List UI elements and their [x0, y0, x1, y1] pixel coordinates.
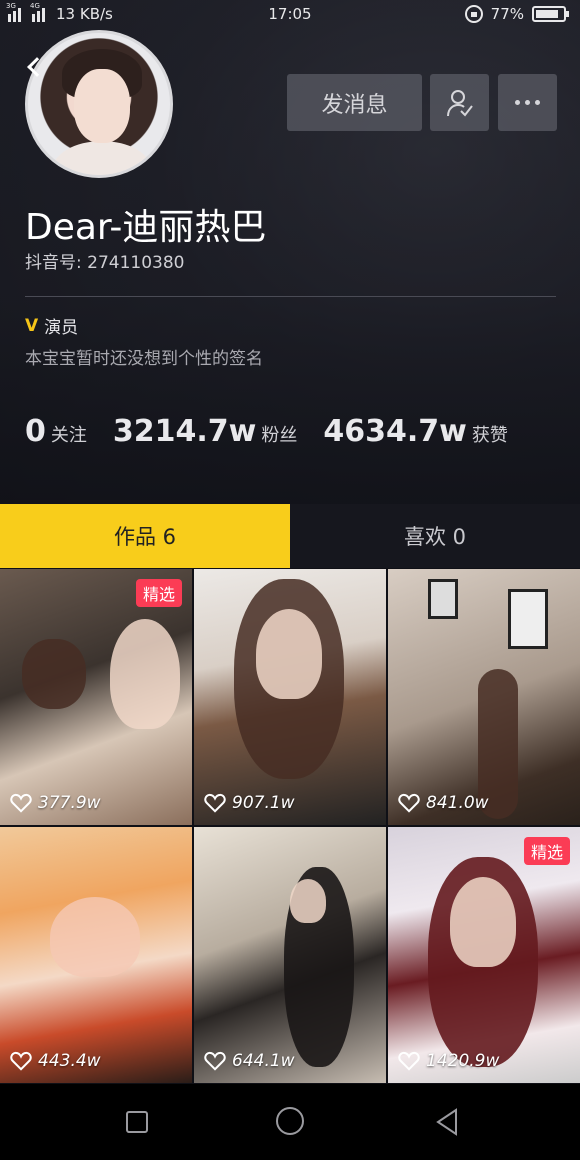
video-likes: 443.4w: [10, 1051, 101, 1071]
send-message-button[interactable]: 发消息: [287, 74, 422, 131]
stats-row: 0 关注 3214.7w 粉丝 4634.7w 获赞: [25, 414, 534, 449]
user-check-icon: [446, 89, 473, 117]
video-tile[interactable]: 443.4w: [0, 827, 192, 1083]
video-likes: 841.0w: [398, 793, 489, 813]
featured-badge: 精选: [523, 837, 570, 865]
tab-liked[interactable]: 喜欢 0: [290, 504, 580, 568]
likes-stat: 4634.7w 获赞: [323, 414, 508, 449]
video-tile[interactable]: 精选 377.9w: [0, 569, 192, 825]
more-options-button[interactable]: [498, 74, 557, 131]
heart-icon: [204, 1051, 226, 1071]
tab-works[interactable]: 作品 6: [0, 504, 290, 568]
video-grid: 精选 377.9w 907.1w 841.0w 443.4w 644.1w 精选…: [0, 569, 580, 1083]
recent-apps-icon[interactable]: [126, 1111, 148, 1133]
heart-icon: [398, 1051, 420, 1071]
follow-button[interactable]: [430, 74, 489, 131]
fans-stat[interactable]: 3214.7w 粉丝: [113, 414, 297, 449]
video-likes: 644.1w: [204, 1051, 295, 1071]
system-nav-bar: [0, 1084, 580, 1160]
verified-role: 演员: [44, 318, 79, 338]
featured-badge: 精选: [135, 579, 182, 607]
bio: 本宝宝暂时还没想到个性的签名: [25, 349, 263, 369]
profile-tabs: 作品 6 喜欢 0: [0, 504, 580, 568]
following-stat[interactable]: 0 关注: [25, 414, 87, 449]
heart-icon: [10, 793, 32, 813]
rotation-lock-icon: [464, 5, 483, 23]
avatar[interactable]: [25, 30, 173, 178]
back-icon[interactable]: [434, 1108, 460, 1136]
video-tile[interactable]: 841.0w: [388, 569, 580, 825]
heart-icon: [204, 793, 226, 813]
verified-v-icon: V: [25, 315, 39, 336]
divider: [25, 296, 556, 297]
video-tile[interactable]: 644.1w: [194, 827, 386, 1083]
status-bar: 3G 4G 13 KB/s 17:05 77%: [0, 0, 580, 30]
video-tile[interactable]: 精选 1420.9w: [388, 827, 580, 1083]
heart-icon: [10, 1051, 32, 1071]
profile-name: Dear-迪丽热巴: [25, 207, 267, 248]
verification-row: V 演员: [25, 313, 79, 339]
home-icon[interactable]: [276, 1107, 304, 1135]
more-dots-icon: [515, 100, 540, 105]
douyin-id: 抖音号: 274110380: [25, 253, 185, 273]
video-likes: 1420.9w: [398, 1051, 499, 1071]
heart-icon: [398, 793, 420, 813]
video-likes: 377.9w: [10, 793, 101, 813]
battery-icon: [532, 6, 569, 22]
video-likes: 907.1w: [204, 793, 295, 813]
video-tile[interactable]: 907.1w: [194, 569, 386, 825]
battery-percent: 77%: [490, 5, 524, 23]
